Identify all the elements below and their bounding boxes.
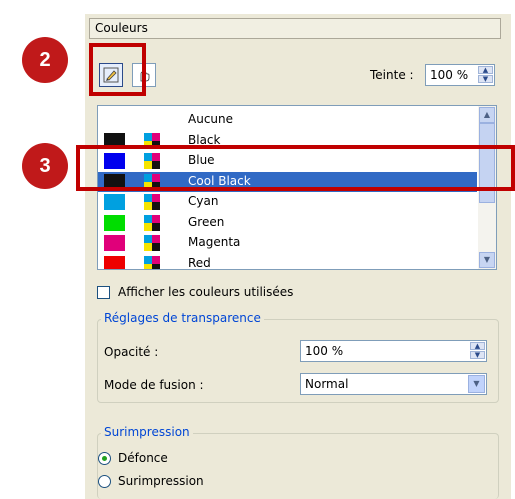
- opacity-label: Opacité :: [104, 345, 159, 359]
- swatch-color: [104, 214, 125, 231]
- swatch-color: [104, 255, 125, 269]
- swatch-name: Green: [188, 214, 225, 229]
- overprint-label: Surimpression: [118, 474, 204, 488]
- spin-down-icon[interactable]: ▼: [470, 351, 485, 359]
- swatch-row[interactable]: Magenta: [98, 233, 477, 254]
- tint-input[interactable]: 100 % ▲ ▼: [425, 64, 495, 86]
- opacity-input[interactable]: 100 % ▲ ▼: [300, 340, 487, 362]
- spin-up-icon[interactable]: ▲: [470, 342, 485, 350]
- callout-badge-2: 2: [22, 37, 68, 83]
- show-used-checkbox[interactable]: [97, 286, 110, 299]
- swatch-row[interactable]: Green: [98, 213, 477, 234]
- highlight-box-row: [76, 145, 515, 191]
- opacity-value: 100 %: [305, 344, 344, 358]
- process-color-icon: [144, 255, 160, 269]
- blend-mode-value: Normal: [305, 377, 349, 391]
- knockout-label: Défonce: [118, 451, 168, 465]
- swatch-row[interactable]: Red: [98, 254, 477, 270]
- tint-spinner[interactable]: ▲ ▼: [478, 66, 493, 84]
- blend-mode-label: Mode de fusion :: [104, 378, 204, 392]
- show-used-label: Afficher les couleurs utilisées: [118, 285, 294, 299]
- opacity-spinner[interactable]: ▲ ▼: [470, 342, 485, 360]
- scroll-down-icon[interactable]: ▼: [479, 252, 495, 268]
- swatch-row[interactable]: Aucune: [98, 110, 477, 131]
- process-color-icon: [144, 214, 160, 231]
- transparency-legend: Réglages de transparence: [101, 311, 264, 325]
- highlight-box-tools: [89, 43, 146, 96]
- tint-value: 100 %: [430, 68, 469, 82]
- spin-down-icon[interactable]: ▼: [478, 75, 493, 83]
- knockout-radio[interactable]: [98, 452, 111, 465]
- blend-mode-select[interactable]: Normal ▼: [300, 373, 487, 395]
- swatch-name: Red: [188, 255, 211, 270]
- swatch-color: [104, 194, 125, 210]
- swatch-name: Cyan: [188, 194, 219, 208]
- swatch-row[interactable]: Cyan: [98, 192, 477, 213]
- swatch-name: Aucune: [188, 112, 234, 126]
- swatch-color: [104, 235, 125, 251]
- callout-badge-3: 3: [22, 143, 68, 189]
- panel-title: Couleurs: [89, 18, 501, 39]
- spin-up-icon[interactable]: ▲: [478, 66, 493, 74]
- scroll-up-icon[interactable]: ▲: [479, 107, 495, 123]
- tint-label: Teinte :: [370, 68, 414, 82]
- overprint-radio[interactable]: [98, 475, 111, 488]
- overprint-group: [97, 433, 499, 499]
- process-color-icon: [144, 235, 160, 251]
- overprint-legend: Surimpression: [101, 425, 193, 439]
- swatch-name: Magenta: [188, 235, 241, 249]
- process-color-icon: [144, 194, 160, 210]
- chevron-down-icon[interactable]: ▼: [468, 375, 485, 393]
